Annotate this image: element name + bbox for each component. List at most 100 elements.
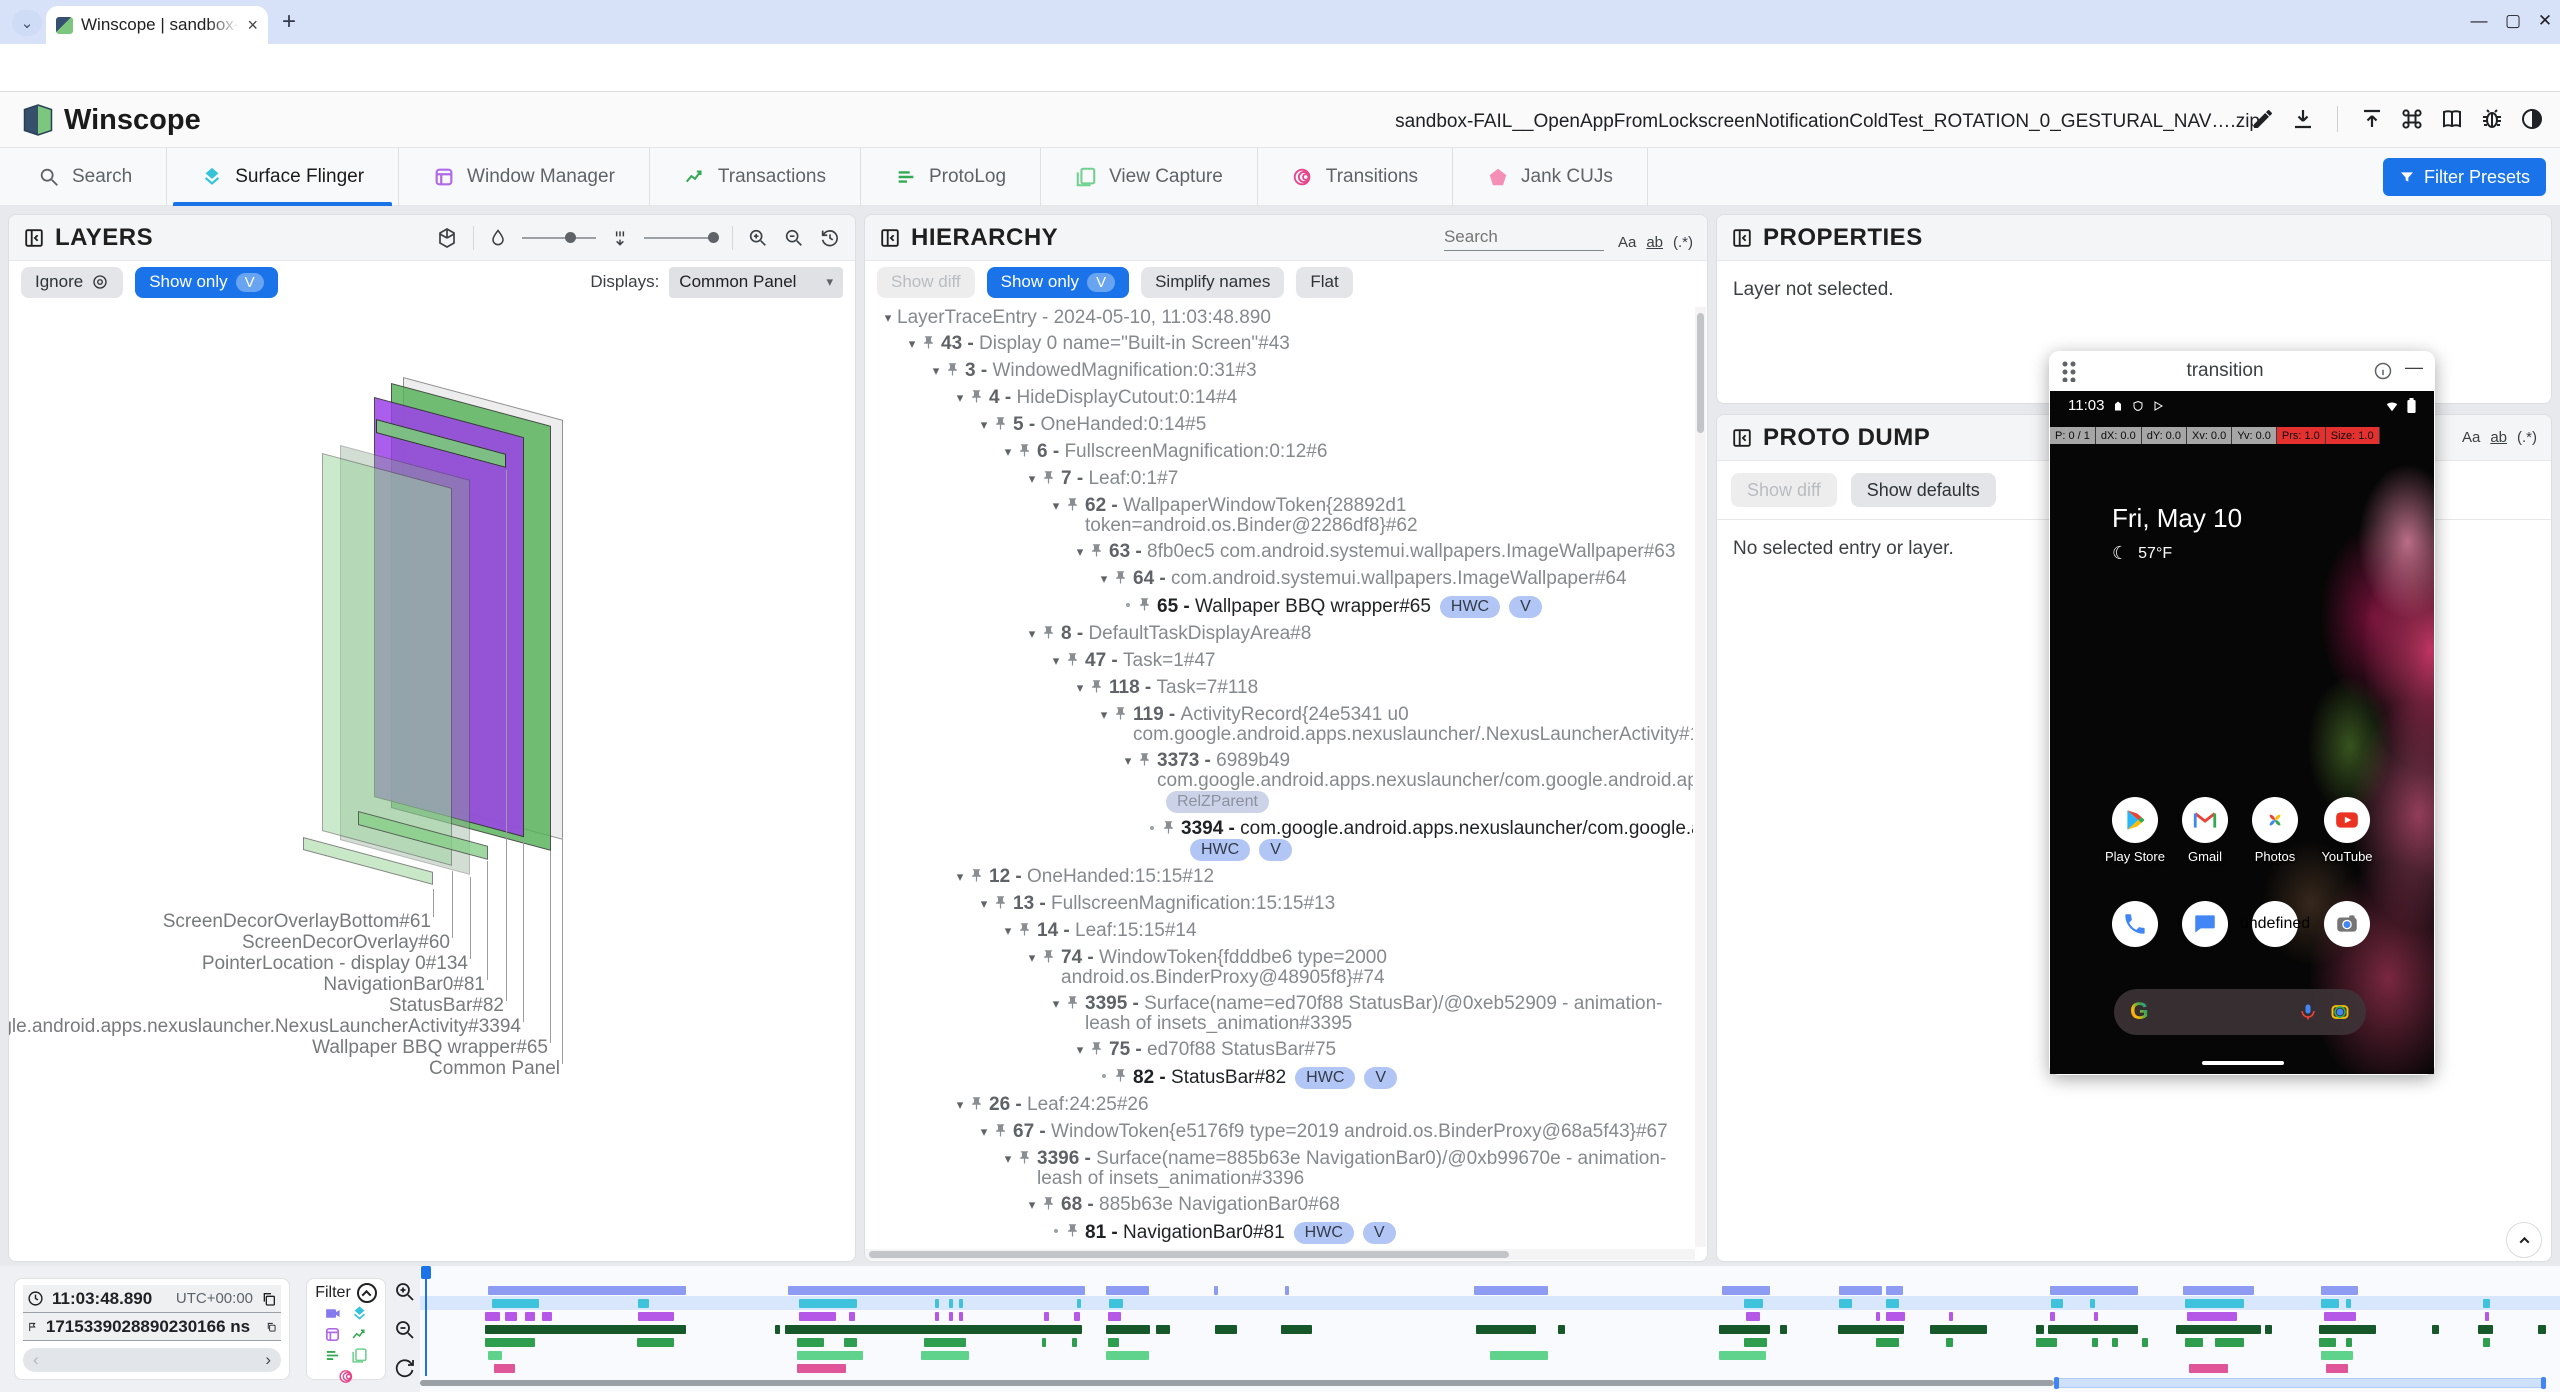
- minimap-handle[interactable]: [2541, 1377, 2546, 1389]
- app-icon-playstore[interactable]: [2112, 797, 2158, 843]
- trace-block-window-manager[interactable]: [542, 1312, 552, 1321]
- expand-arrow-icon[interactable]: ▾: [951, 1095, 969, 1115]
- tab-close-icon[interactable]: ×: [247, 15, 258, 36]
- expand-arrow-icon[interactable]: ▾: [1071, 678, 1089, 698]
- panel-toggle-icon[interactable]: [23, 227, 45, 249]
- pin-icon[interactable]: [1089, 1040, 1109, 1061]
- trace-block-transactions[interactable]: [2265, 1325, 2272, 1334]
- trace-block-surface-flinger[interactable]: [949, 1299, 953, 1308]
- layer-label[interactable]: PointerLocation - display 0#134: [202, 953, 468, 975]
- transactions-filter-icon[interactable]: [351, 1326, 368, 1343]
- transitions-filter-icon[interactable]: [338, 1368, 355, 1385]
- edit-icon[interactable]: [2251, 107, 2275, 131]
- timeline-zoom-in-icon[interactable]: [393, 1280, 417, 1304]
- pin-icon[interactable]: [1041, 1195, 1061, 1216]
- trace-block-window-manager[interactable]: [949, 1312, 953, 1321]
- trace-block-protolog[interactable]: [1108, 1338, 1119, 1347]
- shortcuts-icon[interactable]: [2400, 107, 2424, 131]
- new-tab-button[interactable]: +: [282, 12, 296, 32]
- tree-node[interactable]: ▾26 - Leaf:24:25#26: [865, 1092, 1693, 1119]
- layer-label[interactable]: NavigationBar0#81: [323, 974, 485, 996]
- match-word-option[interactable]: ab: [2490, 429, 2507, 446]
- documentation-icon[interactable]: [2440, 107, 2464, 131]
- pin-icon[interactable]: [1113, 705, 1133, 726]
- tree-node[interactable]: •65 - Wallpaper BBQ wrapper#65HWCV: [865, 593, 1693, 621]
- trace-block-surface-flinger[interactable]: [2090, 1299, 2095, 1308]
- expand-arrow-icon[interactable]: ▾: [1023, 624, 1041, 644]
- pin-icon[interactable]: [1137, 751, 1157, 772]
- trace-block-window-manager[interactable]: [485, 1312, 500, 1321]
- expand-arrow-icon[interactable]: ▾: [1023, 1195, 1041, 1215]
- drag-handle-icon[interactable]: [2061, 360, 2077, 382]
- tree-node[interactable]: ▾13 - FullscreenMagnification:15:15#13: [865, 891, 1693, 918]
- tab-protolog[interactable]: ProtoLog: [861, 148, 1041, 206]
- tree-node[interactable]: •3394 - com.google.android.apps.nexuslau…: [865, 816, 1693, 864]
- tree-node[interactable]: ▾63 - 8fb0ec5 com.android.systemui.wallp…: [865, 539, 1693, 566]
- trace-block-protolog[interactable]: [2483, 1338, 2490, 1347]
- expand-arrow-icon[interactable]: ▾: [1095, 569, 1113, 589]
- show-only-visible-chip[interactable]: Show only V: [987, 267, 1129, 298]
- dark-mode-icon[interactable]: [2520, 107, 2544, 131]
- trace-block-window-manager[interactable]: [505, 1312, 517, 1321]
- tree-node[interactable]: ▾8 - DefaultTaskDisplayArea#8: [865, 621, 1693, 648]
- trace-block-screen-recording[interactable]: [788, 1286, 1085, 1295]
- trace-block-transactions[interactable]: [1476, 1325, 1536, 1334]
- pin-icon[interactable]: [1161, 819, 1181, 840]
- trace-block-window-manager[interactable]: [1044, 1312, 1049, 1321]
- tree-node[interactable]: ▾75 - ed70f88 StatusBar#75: [865, 1037, 1693, 1064]
- trace-block-view-capture[interactable]: [1490, 1351, 1548, 1360]
- screen-recording-filter-icon[interactable]: [324, 1305, 341, 1322]
- trace-block-protolog[interactable]: [2112, 1338, 2118, 1347]
- trace-block-window-manager[interactable]: [2324, 1312, 2356, 1321]
- trace-block-surface-flinger[interactable]: [1886, 1299, 1899, 1308]
- zoom-in-icon[interactable]: [747, 227, 769, 249]
- trace-block-transactions[interactable]: [1838, 1325, 1904, 1334]
- tab-jank-cujs[interactable]: Jank CUJs: [1453, 148, 1648, 206]
- pin-icon[interactable]: [1089, 542, 1109, 563]
- pin-icon[interactable]: [969, 388, 989, 409]
- expand-arrow-icon[interactable]: ▾: [1071, 1040, 1089, 1060]
- trace-block-window-manager[interactable]: [849, 1312, 855, 1321]
- minimap-track[interactable]: [420, 1380, 2054, 1386]
- trace-block-window-manager[interactable]: [2187, 1312, 2237, 1321]
- nanoseconds-field[interactable]: 1715339028890230166 ns: [23, 1313, 281, 1341]
- window-minimize-button[interactable]: —: [2462, 4, 2496, 38]
- trace-block-transactions[interactable]: [2432, 1325, 2439, 1334]
- trace-block-protolog[interactable]: [924, 1338, 966, 1347]
- expand-arrow-icon[interactable]: ▾: [975, 1122, 993, 1142]
- flat-chip[interactable]: Flat: [1296, 267, 1352, 298]
- surface-flinger-filter-icon[interactable]: [351, 1305, 368, 1322]
- trace-block-view-capture[interactable]: [2321, 1351, 2353, 1360]
- tree-node[interactable]: ▾118 - Task=7#118: [865, 675, 1693, 702]
- trace-block-surface-flinger[interactable]: [959, 1299, 963, 1308]
- trace-block-transactions[interactable]: [2478, 1325, 2493, 1334]
- pin-icon[interactable]: [1137, 596, 1157, 617]
- expand-arrow-icon[interactable]: ▾: [1023, 469, 1041, 489]
- trace-block-window-manager[interactable]: [638, 1312, 674, 1321]
- trace-block-protolog[interactable]: [1744, 1338, 1767, 1347]
- trace-block-surface-flinger[interactable]: [1744, 1299, 1763, 1308]
- window-manager-filter-icon[interactable]: [324, 1326, 341, 1343]
- pin-icon[interactable]: [969, 867, 989, 888]
- tab-surface-flinger[interactable]: Surface Flinger: [167, 148, 399, 206]
- trace-block-surface-flinger[interactable]: [1839, 1299, 1852, 1308]
- trace-block-protolog[interactable]: [1946, 1338, 1953, 1347]
- trace-block-protolog[interactable]: [1072, 1338, 1077, 1347]
- trace-block-transactions[interactable]: [1719, 1325, 1770, 1334]
- expand-arrow-icon[interactable]: ▾: [1023, 948, 1041, 968]
- trace-block-screen-recording[interactable]: [1839, 1286, 1882, 1295]
- trace-block-transactions[interactable]: [1558, 1325, 1565, 1334]
- pin-icon[interactable]: [1017, 1149, 1037, 1170]
- collapse-filter-icon[interactable]: [357, 1283, 377, 1303]
- expand-arrow-icon[interactable]: ▾: [927, 361, 945, 381]
- hierarchy-vertical-scrollbar[interactable]: [1695, 307, 1706, 1247]
- tree-node[interactable]: ▾5 - OneHanded:0:14#5: [865, 412, 1693, 439]
- match-word-option[interactable]: ab: [1646, 234, 1663, 251]
- cube-3d-icon[interactable]: [435, 226, 459, 250]
- trace-block-window-manager[interactable]: [2485, 1312, 2489, 1321]
- window-close-button[interactable]: ✕: [2528, 4, 2560, 38]
- trace-block-view-capture[interactable]: [1719, 1351, 1766, 1360]
- trace-block-transactions[interactable]: [1281, 1325, 1312, 1334]
- copy-icon[interactable]: [266, 1319, 277, 1335]
- tree-node[interactable]: ▾43 - Display 0 name="Built-in Screen"#4…: [865, 331, 1693, 358]
